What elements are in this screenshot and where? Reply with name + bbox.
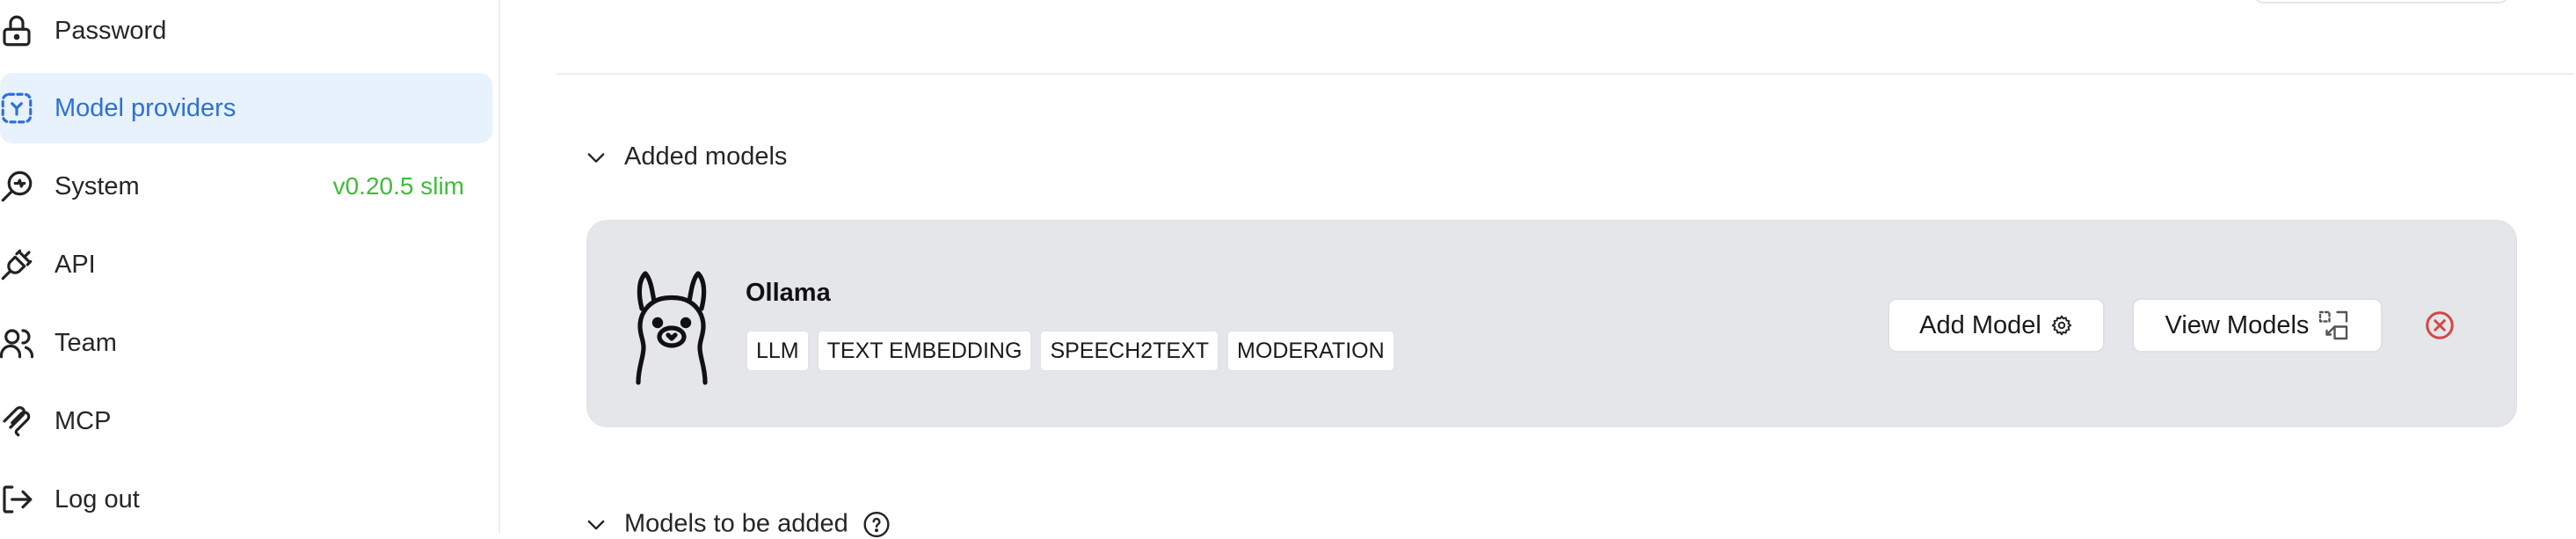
sidebar-item-logout[interactable]: Log out: [0, 464, 492, 535]
tag-moderation: MODERATION: [1226, 330, 1395, 372]
section-title: Added models: [624, 142, 788, 171]
section-title: Models to be added: [624, 509, 848, 538]
sidebar-item-mcp[interactable]: MCP: [0, 386, 492, 456]
sidebar-item-label: Log out: [55, 484, 140, 514]
view-models-icon: [2319, 310, 2348, 340]
provider-card: Ollama LLM TEXT EMBEDDING SPEECH2TEXT MO…: [586, 220, 2517, 427]
version-badge: v0.20.5 slim: [332, 172, 464, 200]
help-icon[interactable]: [862, 510, 891, 538]
divider: [557, 73, 2574, 75]
tag-llm: LLM: [746, 330, 810, 372]
sidebar-item-label: Password: [55, 16, 167, 45]
sidebar-item-api[interactable]: API: [0, 229, 492, 300]
sidebar-item-model-providers[interactable]: Model providers: [0, 73, 492, 143]
sidebar-item-label: MCP: [55, 406, 112, 435]
view-models-label: View Models: [2165, 310, 2310, 339]
lock-icon: [0, 11, 37, 51]
added-models-header[interactable]: Added models: [584, 142, 787, 171]
add-model-label: Add Model: [1919, 310, 2041, 339]
remove-provider-icon[interactable]: [2424, 310, 2456, 341]
sidebar: Password Model providers System v0.20.5 …: [0, 0, 500, 533]
sidebar-item-label: API: [55, 250, 96, 279]
chevron-down-icon: [587, 152, 605, 163]
sidebar-item-label: System: [55, 171, 140, 200]
model-providers-icon: [0, 88, 37, 128]
add-model-button[interactable]: Add Model: [1888, 298, 2105, 353]
top-tab-edge: [2254, 0, 2508, 4]
mcp-icon: [0, 401, 37, 441]
sidebar-item-password[interactable]: Password: [0, 0, 492, 66]
sidebar-item-system[interactable]: System v0.20.5 slim: [0, 151, 492, 222]
system-icon: [0, 166, 37, 207]
users-icon: [0, 323, 37, 363]
llama-icon: [636, 271, 708, 385]
tag-speech2text: SPEECH2TEXT: [1039, 330, 1220, 372]
plug-icon: [0, 244, 37, 285]
provider-tags: LLM TEXT EMBEDDING SPEECH2TEXT MODERATIO…: [746, 330, 1395, 372]
sidebar-item-team[interactable]: Team: [0, 308, 492, 378]
provider-name: Ollama: [746, 279, 831, 307]
tag-text-embedding: TEXT EMBEDDING: [816, 330, 1033, 372]
models-to-be-added-header[interactable]: Models to be added: [584, 510, 891, 539]
view-models-button[interactable]: View Models: [2132, 298, 2383, 353]
main-content: Added models Ollama LLM TEXT EMBEDDING S…: [500, 0, 2576, 538]
logout-icon: [0, 479, 37, 520]
gear-icon: [2051, 315, 2071, 336]
sidebar-item-label: Team: [55, 328, 117, 357]
sidebar-item-label: Model providers: [55, 93, 236, 122]
